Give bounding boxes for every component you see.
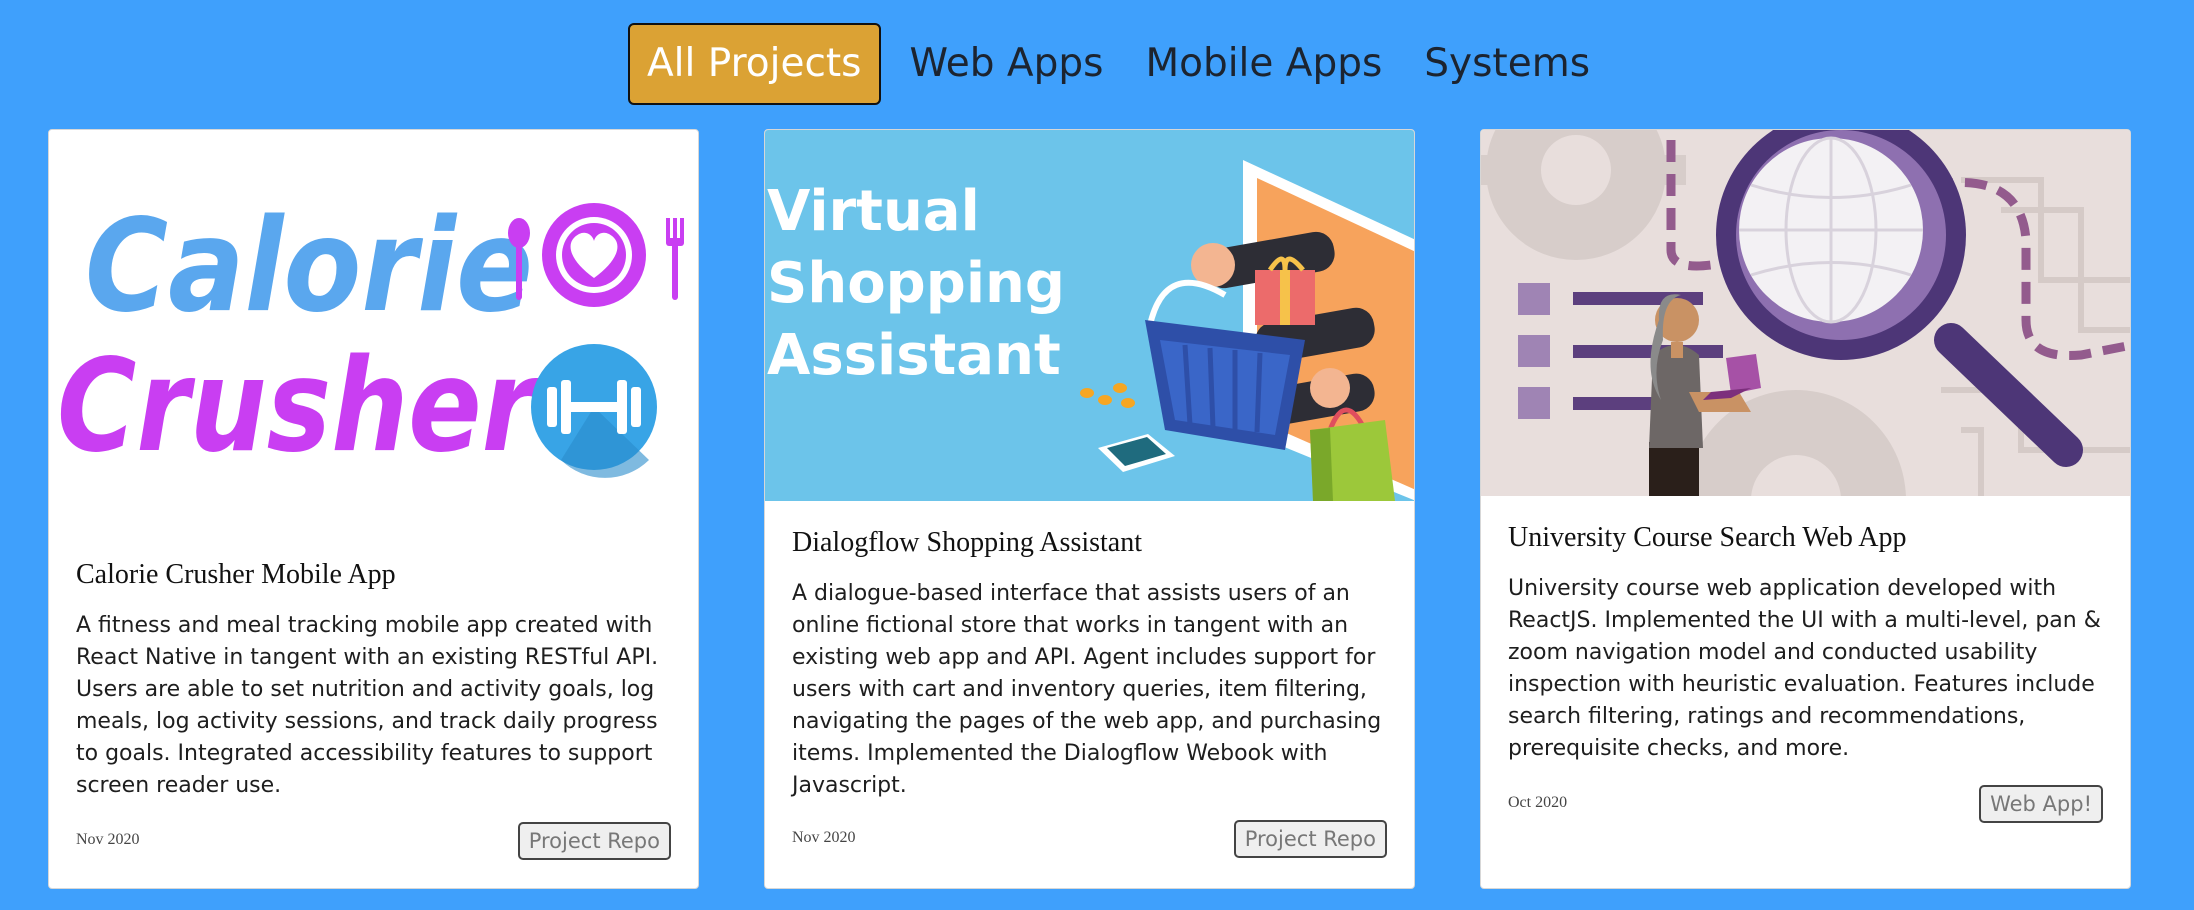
virtual-text: Virtual: [767, 179, 980, 244]
shopping-assistant-image: Virtual Shopping Assistant: [765, 130, 1414, 501]
course-search-image: [1481, 130, 2130, 496]
project-date: Nov 2020: [792, 829, 856, 846]
project-title: Calorie Crusher Mobile App: [76, 559, 396, 590]
web-app-button[interactable]: Web App!: [1979, 785, 2103, 823]
project-card-shopping-assistant: Virtual Shopping Assistant Dialogflow Sh…: [764, 129, 1415, 889]
project-card-calorie-crusher: Calorie Crusher Calorie Crusher Mobile A…: [48, 129, 699, 889]
calorie-crusher-image: Calorie Crusher: [49, 130, 698, 510]
tab-mobile-apps[interactable]: Mobile Apps: [1124, 25, 1403, 103]
crusher-logo-text: Crusher: [57, 332, 541, 481]
project-description: A dialogue-based interface that assists …: [792, 581, 1382, 798]
project-description: A fitness and meal tracking mobile app c…: [76, 613, 659, 798]
assistant-text: Assistant: [767, 323, 1061, 388]
project-date: Nov 2020: [76, 831, 140, 848]
tab-all-projects[interactable]: All Projects: [628, 23, 881, 105]
project-title: Dialogflow Shopping Assistant: [792, 527, 1143, 558]
project-repo-button[interactable]: Project Repo: [517, 822, 671, 860]
project-repo-button[interactable]: Project Repo: [1233, 820, 1387, 858]
project-title: University Course Search Web App: [1508, 522, 1907, 553]
project-filter-tabs: All Projects Web Apps Mobile Apps System…: [628, 23, 1611, 105]
project-date: Oct 2020: [1508, 794, 1568, 811]
shopping-text: Shopping: [767, 251, 1065, 316]
project-description: University course web application develo…: [1508, 576, 2101, 761]
tab-systems[interactable]: Systems: [1403, 25, 1611, 103]
project-card-course-search: University Course Search Web App Univers…: [1480, 129, 2131, 889]
calorie-logo-text: Calorie: [85, 192, 533, 341]
tab-web-apps[interactable]: Web Apps: [889, 25, 1125, 103]
